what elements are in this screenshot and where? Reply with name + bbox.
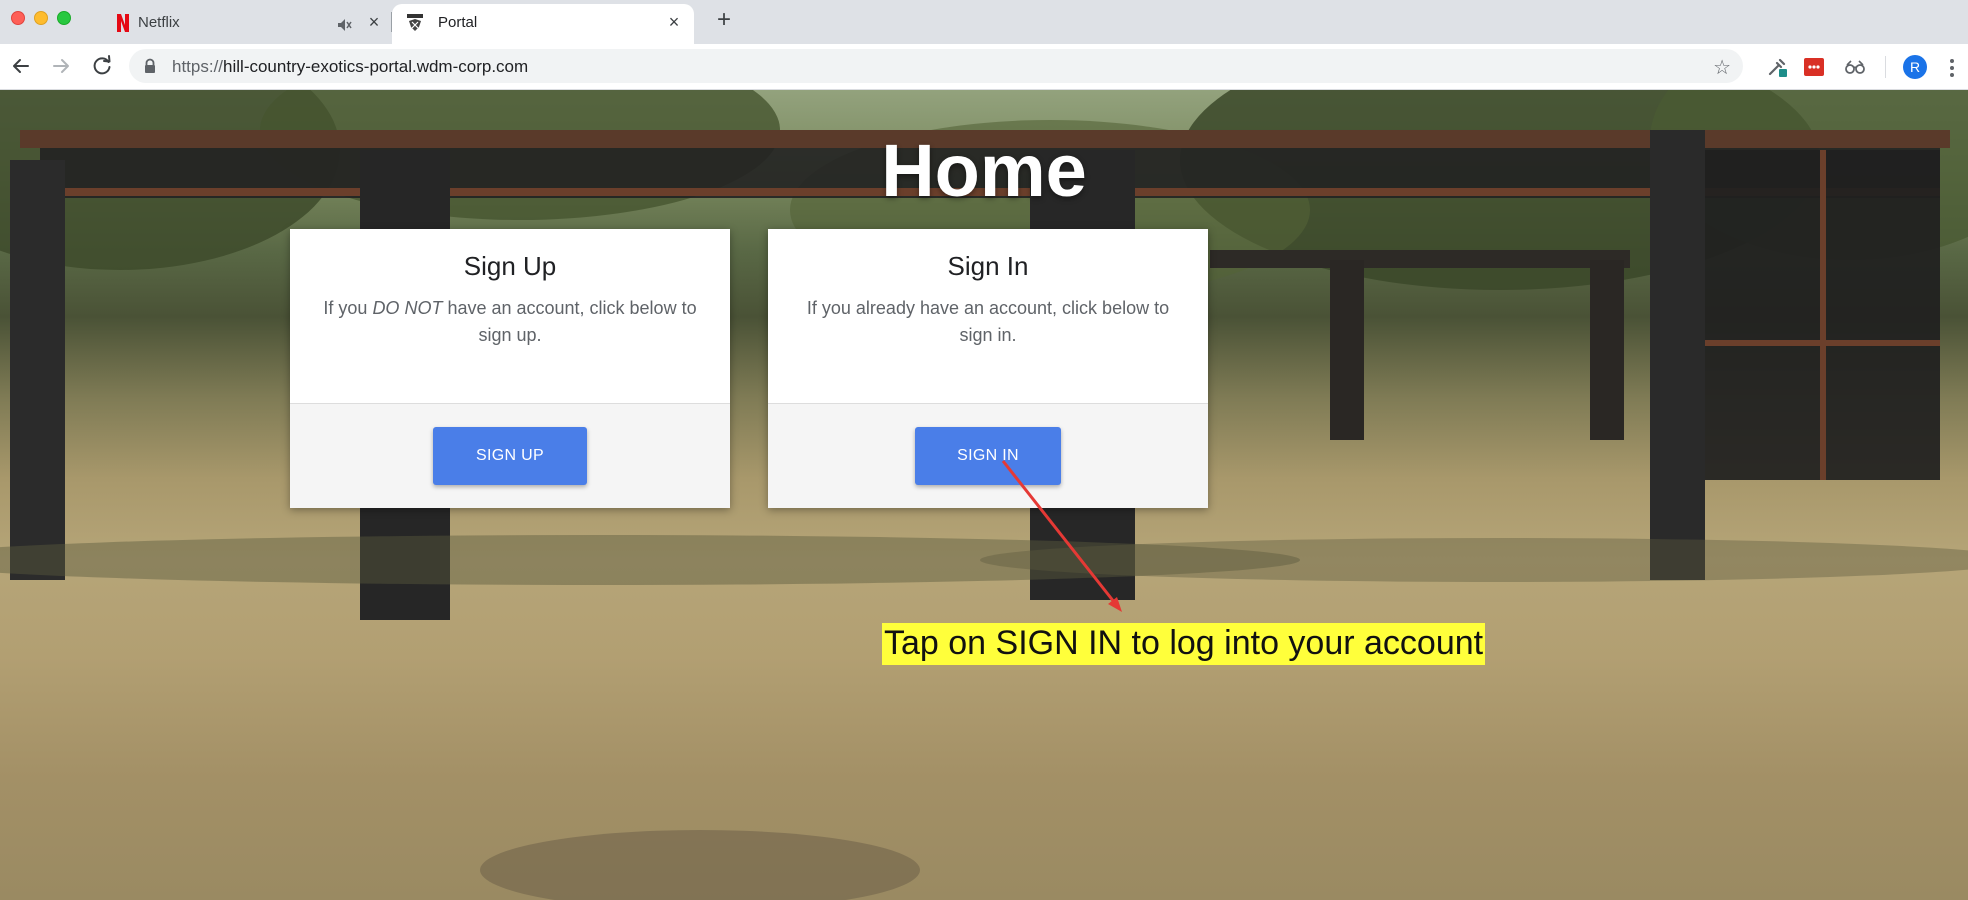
tab-portal[interactable]: Portal × (392, 4, 694, 44)
url-scheme: https:// (172, 57, 224, 76)
window-minimize-button[interactable] (34, 11, 48, 25)
url-host: hill-country-exotics-portal.wdm-corp.com (223, 57, 529, 76)
signup-card: Sign Up If you DO NOT have an account, c… (290, 229, 730, 508)
signup-text-emphasis: DO NOT (372, 298, 443, 318)
forward-arrow-icon[interactable] (47, 52, 75, 80)
lock-icon[interactable] (143, 58, 157, 74)
url-text[interactable]: https://hill-country-exotics-portal.wdm-… (172, 57, 528, 77)
signup-card-footer: SIGN UP (290, 403, 730, 508)
tab-title: Portal (438, 14, 478, 31)
signin-card-title: Sign In (947, 251, 1029, 281)
tab-close-icon[interactable]: × (664, 12, 684, 32)
annotation-callout: Tap on SIGN IN to log into your account (882, 623, 1486, 665)
eyedropper-extension-icon[interactable] (1766, 56, 1788, 78)
signup-card-title: Sign Up (463, 251, 557, 281)
window-close-button[interactable] (11, 11, 25, 25)
sign-in-button[interactable]: SIGN IN (915, 427, 1061, 485)
window-maximize-button[interactable] (57, 11, 71, 25)
tab-netflix[interactable]: Netflix × (104, 4, 390, 44)
toolbar-divider (1885, 56, 1886, 78)
new-tab-button[interactable]: + (712, 8, 736, 33)
tab-close-icon[interactable]: × (364, 12, 384, 32)
red-extension-icon[interactable] (1803, 56, 1825, 78)
reload-icon[interactable] (88, 52, 116, 80)
profile-avatar[interactable]: R (1903, 55, 1927, 79)
speaker-muted-icon[interactable] (336, 17, 352, 33)
signin-card: Sign In If you already have an account, … (768, 229, 1208, 508)
browser-toolbar: https://hill-country-exotics-portal.wdm-… (0, 44, 1968, 90)
signup-card-description: If you DO NOT have an account, click bel… (314, 295, 706, 349)
star-icon[interactable]: ☆ (1713, 55, 1731, 80)
portal-logo-icon (407, 14, 423, 31)
sign-up-button[interactable]: SIGN UP (433, 427, 587, 485)
signin-card-description: If you already have an account, click be… (806, 298, 1170, 345)
signup-text-part: have an account, click below to sign up. (442, 298, 697, 345)
signin-card-footer: SIGN IN (768, 403, 1208, 508)
back-arrow-icon[interactable] (7, 52, 35, 80)
kebab-menu-icon[interactable] (1948, 56, 1956, 78)
signup-text-part: If you (323, 298, 373, 318)
page-viewport: Home Sign Up If you DO NOT have an accou… (0, 90, 1968, 900)
address-bar[interactable]: https://hill-country-exotics-portal.wdm-… (129, 49, 1743, 83)
tab-title: Netflix (138, 14, 180, 31)
glasses-extension-icon[interactable] (1844, 56, 1866, 78)
netflix-logo-icon (117, 14, 129, 32)
browser-tab-strip: Netflix × Portal × + (0, 0, 1968, 44)
page-title: Home (881, 129, 1087, 212)
